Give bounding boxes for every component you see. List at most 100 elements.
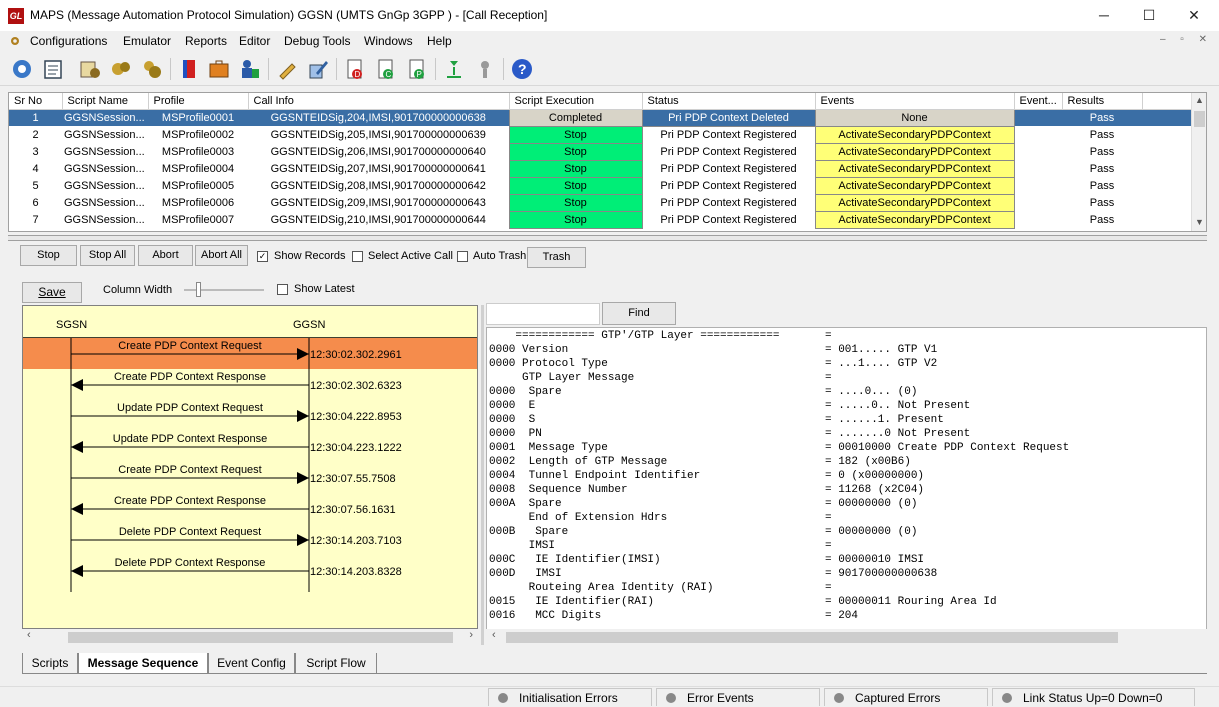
menu-editor[interactable]: Editor xyxy=(239,34,270,48)
col-header-call-info[interactable]: Call Info xyxy=(248,93,510,110)
script-execution-cell[interactable]: Completed xyxy=(508,108,643,127)
script-execution-cell[interactable]: Stop xyxy=(508,193,643,212)
maximize-button[interactable]: ☐ xyxy=(1126,0,1172,31)
events-cell: ActivateSecondaryPDPContext xyxy=(814,142,1015,161)
script-execution-cell[interactable]: Stop xyxy=(508,176,643,195)
pane-splitter[interactable] xyxy=(481,305,484,645)
table-row[interactable]: 5 GGSNSession... MSProfile0005 GGSNTEIDSig,… xyxy=(9,176,1199,195)
status-led-icon xyxy=(498,693,508,703)
table-row[interactable]: 1 GGSNSession... MSProfile0001 GGSNTEIDSig,… xyxy=(9,108,1199,127)
panel-splitter[interactable] xyxy=(8,235,1207,241)
column-width-slider-thumb[interactable] xyxy=(196,282,201,297)
col-header-event-count[interactable]: Event... xyxy=(1014,93,1063,110)
table-row[interactable]: 2 GGSNSession... MSProfile0002 GGSNTEIDSig,… xyxy=(9,125,1199,144)
script-name-cell: GGSNSession... xyxy=(64,179,145,192)
message-label[interactable]: Create PDP Context Response xyxy=(114,371,266,383)
col-header-profile[interactable]: Profile xyxy=(148,93,249,110)
mdi-child-icon[interactable] xyxy=(9,35,21,47)
notebook-icon[interactable] xyxy=(40,56,66,82)
menu-help[interactable]: Help xyxy=(427,34,452,48)
menu-windows[interactable]: Windows xyxy=(364,34,413,48)
message-label[interactable]: Delete PDP Context Request xyxy=(119,526,261,538)
find-button[interactable]: Find xyxy=(602,302,676,325)
decode-panel: ============ GTP'/GTP Layer ============… xyxy=(486,327,1207,631)
decode-field-name: 0000 Protocol Type xyxy=(489,358,608,370)
decode-horizontal-scrollbar[interactable]: ‹ xyxy=(486,629,1207,645)
arrow-head-left-icon xyxy=(71,441,83,453)
mdi-controls[interactable]: – ▫ ✕ xyxy=(1160,34,1213,45)
message-label[interactable]: Update PDP Context Request xyxy=(117,402,263,414)
help-icon[interactable]: ? xyxy=(509,56,535,82)
profile-editor-icon[interactable] xyxy=(77,56,103,82)
briefcase-icon[interactable] xyxy=(206,56,232,82)
decode-field-name: 0016 MCC Digits xyxy=(489,610,602,622)
decode-field-name: 0001 Message Type xyxy=(489,442,608,454)
message-label[interactable]: Create PDP Context Request xyxy=(118,340,261,352)
user-db-icon[interactable] xyxy=(237,56,263,82)
message-label[interactable]: Update PDP Context Response xyxy=(113,433,268,445)
script-tools-icon[interactable] xyxy=(108,56,134,82)
script-tools-2-icon[interactable] xyxy=(139,56,165,82)
table-row[interactable]: 3 GGSNSession... MSProfile0003 GGSNTEIDSig,… xyxy=(9,142,1199,161)
script-execution-cell[interactable]: Stop xyxy=(508,142,643,161)
status-initialisation-errors[interactable]: Initialisation Errors xyxy=(488,688,652,706)
message-label[interactable]: Delete PDP Context Response xyxy=(115,557,266,569)
close-button[interactable]: ✕ xyxy=(1171,0,1217,31)
col-header-script-name[interactable]: Script Name xyxy=(62,93,149,110)
col-header-status[interactable]: Status xyxy=(642,93,816,110)
doc-p-icon[interactable]: P xyxy=(404,56,430,82)
grid-vertical-scrollbar[interactable]: ▲ ▼ xyxy=(1191,93,1206,231)
message-timestamp: 12:30:02.302.6323 xyxy=(310,380,402,392)
col-header-script-execution[interactable]: Script Execution xyxy=(509,93,643,110)
phone-book-icon[interactable] xyxy=(176,56,202,82)
call-info-cell: GGSNTEIDSig,209,IMSI,901700000000643 xyxy=(270,196,486,209)
menu-emulator[interactable]: Emulator xyxy=(123,34,171,48)
table-row[interactable]: 4 GGSNSession... MSProfile0004 GGSNTEIDSig,… xyxy=(9,159,1199,178)
menu-reports[interactable]: Reports xyxy=(185,34,227,48)
pencil-icon[interactable] xyxy=(274,56,300,82)
tab-scripts[interactable]: Scripts xyxy=(22,653,78,674)
load-icon[interactable] xyxy=(441,56,467,82)
save-button[interactable]: Save xyxy=(22,282,82,303)
batch-edit-icon[interactable] xyxy=(305,56,331,82)
decode-field-name: End of Extension Hdrs xyxy=(489,512,668,524)
auto-trash-checkbox[interactable] xyxy=(457,251,468,262)
abort-all-button[interactable]: Abort All xyxy=(195,245,248,266)
tools-icon[interactable] xyxy=(472,56,498,82)
status-link-status[interactable]: Link Status Up=0 Down=0 xyxy=(992,688,1195,706)
message-label[interactable]: Create PDP Context Request xyxy=(118,464,261,476)
trash-button[interactable]: Trash xyxy=(527,247,586,268)
doc-c-icon[interactable]: C xyxy=(373,56,399,82)
menu-debug-tools[interactable]: Debug Tools xyxy=(284,34,351,48)
message-label[interactable]: Create PDP Context Response xyxy=(114,495,266,507)
doc-d-icon[interactable]: D xyxy=(342,56,368,82)
script-name-cell: GGSNSession... xyxy=(64,196,145,209)
script-execution-cell[interactable]: Stop xyxy=(508,125,643,144)
minimize-button[interactable]: ─ xyxy=(1081,0,1127,31)
svg-text:C: C xyxy=(386,70,392,79)
col-header-results[interactable]: Results xyxy=(1062,93,1143,110)
stop-button[interactable]: Stop xyxy=(20,245,77,266)
script-execution-cell[interactable]: Stop xyxy=(508,159,643,178)
ladder-horizontal-scrollbar[interactable]: ‹ › xyxy=(22,629,478,645)
script-execution-cell[interactable]: Stop xyxy=(508,210,643,229)
tab-message-sequence[interactable]: Message Sequence xyxy=(78,653,208,674)
menu-configurations[interactable]: Configurations xyxy=(30,34,107,48)
col-header-sr-no[interactable]: Sr No xyxy=(9,93,63,110)
tab-script-flow[interactable]: Script Flow xyxy=(295,653,377,674)
status-captured-errors[interactable]: Captured Errors xyxy=(824,688,988,706)
table-row[interactable]: 7 GGSNSession... MSProfile0007 GGSNTEIDSig,… xyxy=(9,210,1199,229)
col-header-events[interactable]: Events xyxy=(815,93,1015,110)
settings-gear-icon[interactable] xyxy=(9,56,35,82)
show-latest-checkbox[interactable] xyxy=(277,284,288,295)
tab-event-config[interactable]: Event Config xyxy=(208,653,295,674)
table-row[interactable]: 6 GGSNSession... MSProfile0006 GGSNTEIDSig,… xyxy=(9,193,1199,212)
show-records-checkbox[interactable]: ✓ xyxy=(257,251,268,262)
status-error-events[interactable]: Error Events xyxy=(656,688,820,706)
sr-no-cell: 3 xyxy=(32,145,39,158)
find-input[interactable] xyxy=(486,303,600,325)
abort-button[interactable]: Abort xyxy=(138,245,193,266)
stop-all-button[interactable]: Stop All xyxy=(80,245,135,266)
select-active-call-checkbox[interactable] xyxy=(352,251,363,262)
profile-cell: MSProfile0007 xyxy=(161,213,235,226)
